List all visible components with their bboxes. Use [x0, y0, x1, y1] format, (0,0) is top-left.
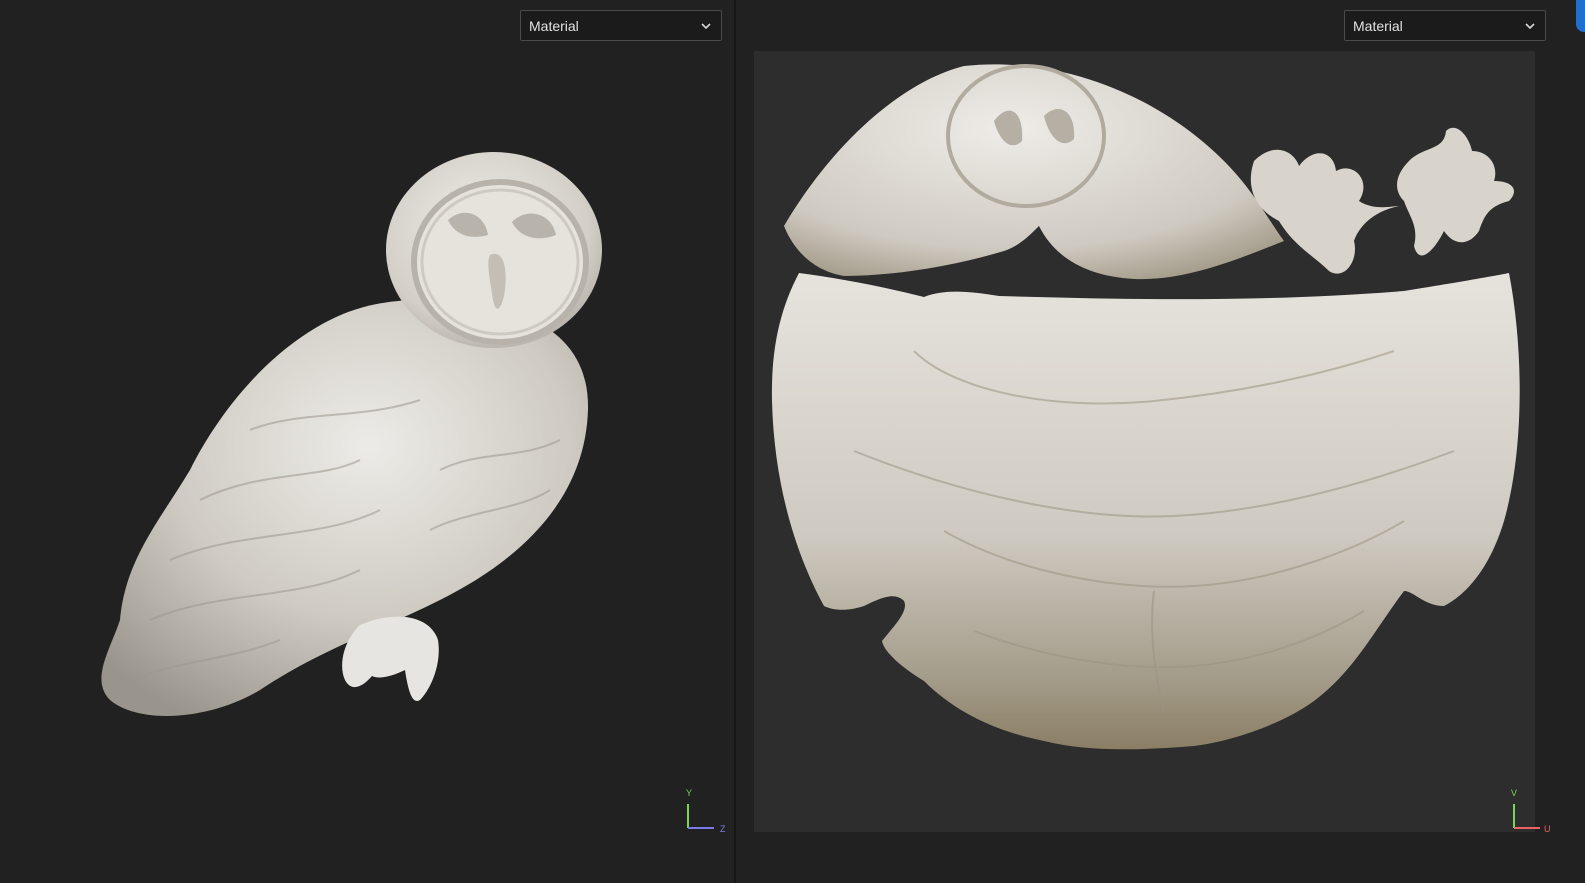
- uv-island-foot-right: [1397, 127, 1514, 256]
- uv-island-head: [784, 64, 1284, 280]
- edge-accent: [1576, 0, 1585, 32]
- render-mode-value: Material: [1353, 17, 1403, 34]
- uv-layout-area[interactable]: [754, 51, 1535, 832]
- uv-islands: [771, 64, 1520, 750]
- axis-v-label: V: [1511, 788, 1518, 798]
- axis-u-label: U: [1544, 824, 1551, 834]
- viewport-3d[interactable]: Material Y Z: [0, 0, 735, 883]
- axis-z-label: Z: [720, 824, 726, 834]
- uv-island-body: [771, 273, 1520, 750]
- viewport-uv[interactable]: Material V U: [736, 0, 1585, 883]
- uv-island-foot-left: [1250, 149, 1399, 274]
- axis-gizmo-icon: V U: [1506, 788, 1552, 838]
- render-mode-dropdown-uv[interactable]: Material: [1344, 10, 1546, 41]
- axis-gizmo-icon: Y Z: [682, 788, 728, 838]
- owl-3d-model[interactable]: [0, 0, 734, 883]
- axis-y-label: Y: [686, 788, 693, 798]
- chevron-down-icon: [1525, 23, 1535, 30]
